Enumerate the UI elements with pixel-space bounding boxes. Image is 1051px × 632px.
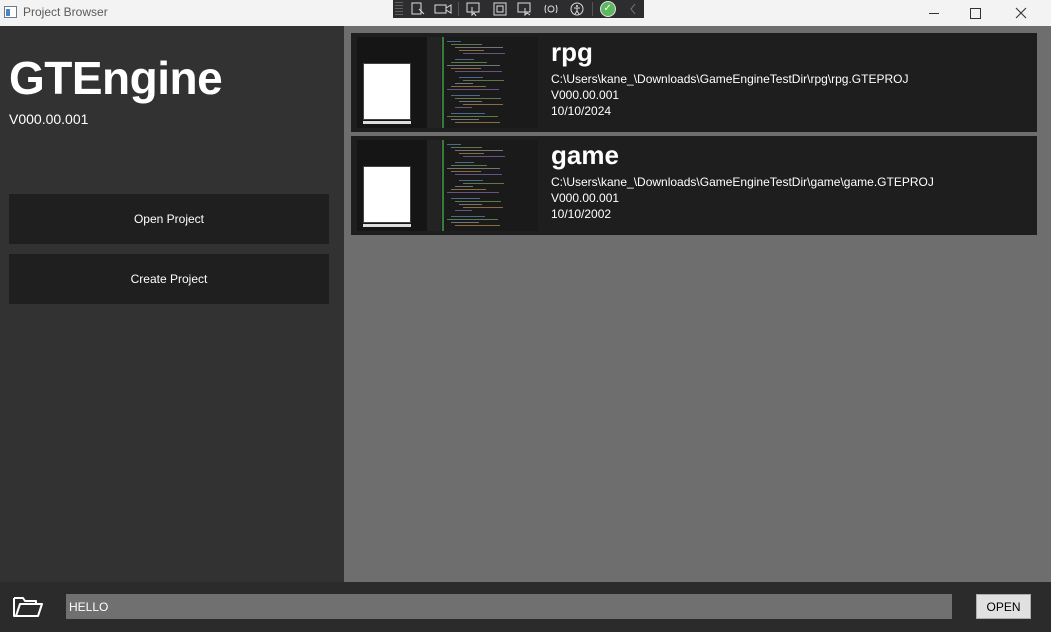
project-name: game bbox=[551, 140, 619, 170]
pointer-select-icon[interactable] bbox=[463, 1, 485, 17]
collapse-icon[interactable] bbox=[622, 1, 644, 17]
project-card[interactable]: game C:\Users\kane_\Downloads\GameEngine… bbox=[351, 136, 1037, 235]
app-icon bbox=[4, 6, 17, 18]
folder-icon[interactable] bbox=[12, 592, 44, 620]
engine-title: GTEngine bbox=[9, 52, 223, 104]
toolbar-separator bbox=[458, 2, 460, 16]
toolbar-separator bbox=[591, 2, 593, 16]
maximize-button[interactable] bbox=[952, 0, 998, 26]
maximize-icon bbox=[969, 7, 981, 19]
debug-toolbar: ✓ bbox=[393, 0, 644, 18]
project-name: rpg bbox=[551, 37, 593, 67]
binding-check-icon[interactable]: ✓ bbox=[597, 1, 619, 17]
window-title: Project Browser bbox=[23, 5, 108, 19]
project-card[interactable]: rpg C:\Users\kane_\Downloads\GameEngineT… bbox=[351, 33, 1037, 132]
project-version: V000.00.001 bbox=[551, 88, 620, 102]
project-date: 10/10/2024 bbox=[551, 104, 612, 118]
project-list: rpg C:\Users\kane_\Downloads\GameEngineT… bbox=[344, 26, 1051, 582]
sidebar: GTEngine V000.00.001 Open Project Create… bbox=[0, 26, 344, 582]
minimize-icon bbox=[929, 12, 939, 14]
create-project-button[interactable]: Create Project bbox=[9, 254, 329, 304]
bottom-bar: OPEN bbox=[0, 582, 1051, 632]
record-icon[interactable] bbox=[433, 1, 455, 17]
path-input[interactable] bbox=[66, 594, 952, 619]
hot-reload-icon[interactable] bbox=[540, 1, 562, 17]
minimize-button[interactable] bbox=[911, 0, 957, 26]
select-element-icon[interactable] bbox=[407, 1, 429, 17]
project-thumbnail bbox=[357, 37, 538, 128]
adorner-icon[interactable] bbox=[489, 1, 511, 17]
open-button[interactable]: OPEN bbox=[976, 594, 1031, 619]
open-project-button[interactable]: Open Project bbox=[9, 194, 329, 244]
toolbar-grip-icon[interactable] bbox=[395, 2, 403, 16]
project-path: C:\Users\kane_\Downloads\GameEngineTestD… bbox=[551, 175, 934, 189]
accessibility-icon[interactable] bbox=[566, 1, 588, 17]
close-icon bbox=[1015, 7, 1027, 19]
close-button[interactable] bbox=[998, 0, 1044, 26]
project-date: 10/10/2002 bbox=[551, 207, 612, 221]
project-thumbnail bbox=[357, 140, 538, 231]
project-version: V000.00.001 bbox=[551, 191, 620, 205]
engine-version: V000.00.001 bbox=[9, 111, 89, 127]
project-path: C:\Users\kane_\Downloads\GameEngineTestD… bbox=[551, 72, 909, 86]
track-focus-icon[interactable] bbox=[515, 1, 537, 17]
